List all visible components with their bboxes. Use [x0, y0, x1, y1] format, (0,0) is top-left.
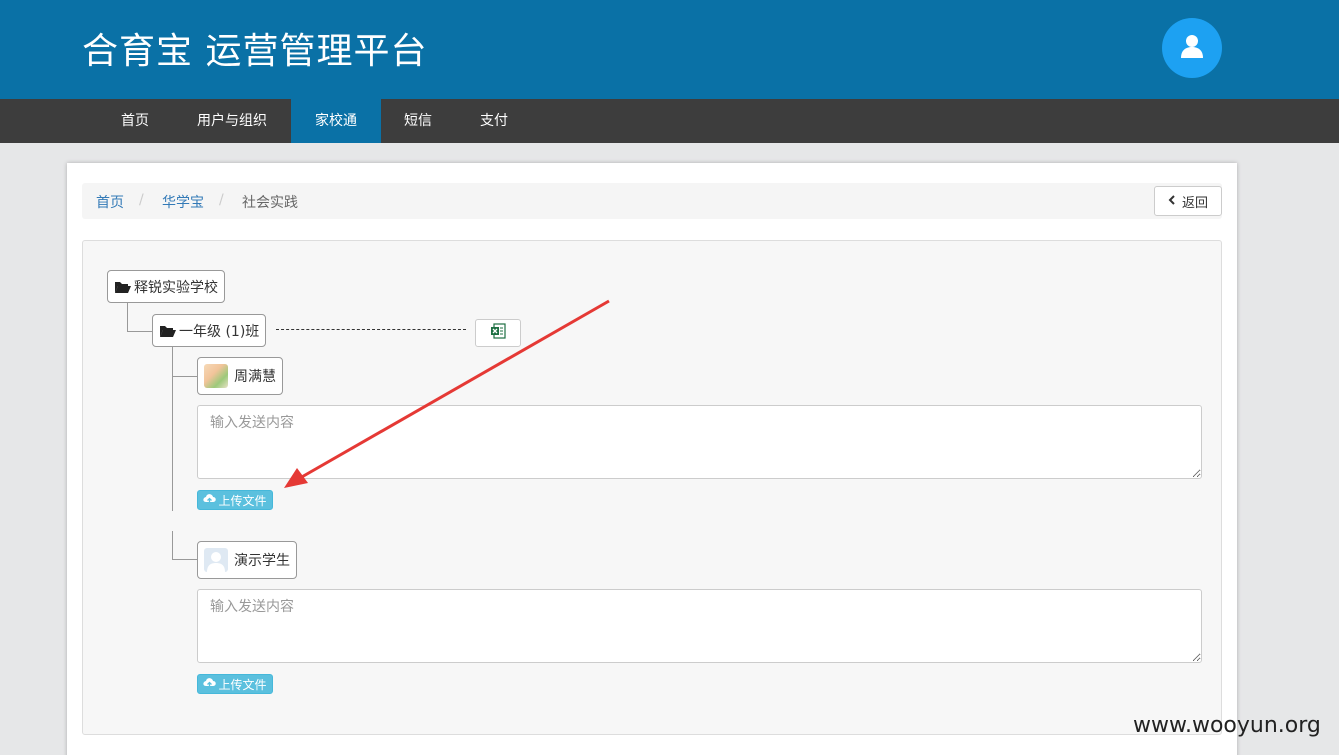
tree-connector	[172, 531, 173, 559]
upload-label: 上传文件	[218, 493, 267, 508]
class-name: 一年级 (1)班	[179, 323, 260, 340]
app-header: 合育宝 运营管理平台	[0, 0, 1339, 99]
tree-node-student[interactable]: 周满慧	[197, 357, 283, 395]
main-panel: 首页 / 华学宝 / 社会实践 返回 释锐实验学校 一年级 (1)班 周满慧 输…	[67, 163, 1237, 755]
main-nav: 首页 用户与组织 家校通 短信 支付	[0, 99, 1339, 143]
breadcrumb-huaxuebao[interactable]: 华学宝	[162, 192, 204, 212]
breadcrumb-separator: /	[139, 192, 144, 208]
user-icon	[1178, 32, 1206, 64]
watermark: www.wooyun.org	[1133, 713, 1321, 738]
student-name: 演示学生	[234, 553, 290, 569]
tree-connector	[127, 303, 128, 331]
upload-file-button[interactable]: 上传文件	[197, 490, 273, 510]
nav-item-home[interactable]: 首页	[105, 99, 165, 143]
nav-item-users-org[interactable]: 用户与组织	[185, 99, 279, 143]
back-label: 返回	[1181, 195, 1208, 211]
school-name: 释锐实验学校	[134, 279, 218, 296]
tree-node-school[interactable]: 释锐实验学校	[107, 270, 225, 303]
dashed-connector	[276, 329, 466, 330]
back-button[interactable]: 返回	[1154, 186, 1222, 216]
tree-node-student[interactable]: 演示学生	[197, 541, 297, 579]
message-input[interactable]	[197, 589, 1202, 663]
breadcrumb-current: 社会实践	[242, 195, 298, 211]
student-name: 周满慧	[234, 369, 276, 385]
cloud-upload-icon	[203, 677, 217, 691]
tree-connector	[172, 376, 197, 377]
nav-item-sms[interactable]: 短信	[391, 99, 445, 143]
tree-connector	[127, 331, 152, 332]
user-avatar-button[interactable]	[1162, 18, 1222, 78]
app-title: 合育宝 运营管理平台	[82, 31, 428, 72]
folder-open-icon	[159, 324, 177, 338]
breadcrumb-home[interactable]: 首页	[96, 192, 124, 212]
folder-open-icon	[114, 280, 132, 294]
student-avatar	[204, 364, 228, 388]
message-input[interactable]	[197, 405, 1202, 479]
cloud-upload-icon	[203, 493, 217, 507]
tree-node-class[interactable]: 一年级 (1)班	[152, 314, 267, 347]
tree-connector	[172, 559, 197, 560]
breadcrumb: 首页 / 华学宝 / 社会实践 返回	[82, 183, 1222, 219]
export-excel-button[interactable]	[475, 319, 521, 347]
breadcrumb-separator: /	[219, 192, 224, 208]
student-avatar	[204, 548, 228, 572]
nav-item-home-school[interactable]: 家校通	[291, 99, 381, 143]
class-tree: 释锐实验学校 一年级 (1)班 周满慧 输入发送内容 上传文件 演示学生 输入发…	[82, 240, 1222, 735]
upload-label: 上传文件	[218, 677, 267, 692]
tree-connector	[172, 347, 173, 511]
chevron-left-icon	[1168, 194, 1176, 209]
nav-item-payment[interactable]: 支付	[467, 99, 521, 143]
upload-file-button[interactable]: 上传文件	[197, 674, 273, 694]
excel-icon	[490, 323, 506, 343]
